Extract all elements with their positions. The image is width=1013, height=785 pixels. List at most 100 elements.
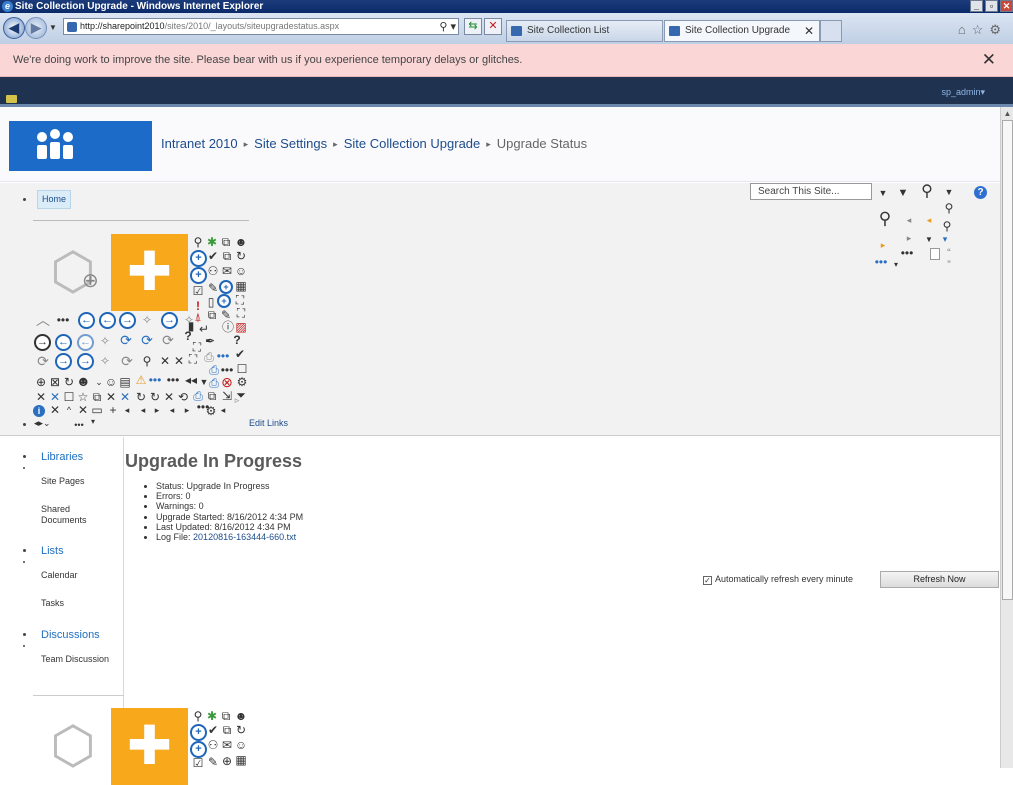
close-notification-icon[interactable]: ✕ bbox=[982, 50, 996, 70]
scroll-up-icon[interactable]: ▲ bbox=[1003, 109, 1012, 118]
page-icon bbox=[930, 248, 940, 260]
add-circle-icon: + bbox=[219, 280, 233, 294]
window-title: Site Collection Upgrade - Windows Intern… bbox=[15, 1, 264, 12]
close-icon: ✕ bbox=[35, 390, 47, 404]
checkbox-icon: ☑ bbox=[192, 284, 204, 298]
copy-icon: ⧉ bbox=[222, 249, 232, 263]
nav-item-site-pages[interactable]: Site Pages bbox=[41, 476, 85, 487]
breadcrumb-separator-icon: ▸ bbox=[486, 139, 491, 149]
edit-links[interactable]: Edit Links bbox=[249, 418, 288, 428]
back-button[interactable]: ◀ bbox=[3, 17, 25, 39]
stop-icon[interactable]: ✕ bbox=[484, 18, 502, 35]
tab-site-collection-upgrade[interactable]: Site Collection Upgrade ✕ bbox=[664, 20, 820, 42]
breadcrumb-current: Upgrade Status bbox=[496, 136, 588, 151]
nav-item-calendar[interactable]: Calendar bbox=[41, 570, 78, 581]
search-icon: ⚲ bbox=[193, 235, 203, 249]
help-icon[interactable]: ? bbox=[974, 186, 987, 199]
puzzle-piece-icon: ✚ bbox=[111, 708, 188, 785]
refresh-icon: ↻ bbox=[235, 249, 247, 263]
bullet bbox=[23, 467, 25, 469]
breadcrumb-link-site-settings[interactable]: Site Settings bbox=[254, 136, 327, 151]
breadcrumb: Intranet 2010 ▸ Site Settings ▸ Site Collect… bbox=[161, 136, 587, 151]
puzzle-add-icon: ⬡ bbox=[50, 717, 96, 775]
pencil-icon: ✎ bbox=[207, 281, 219, 295]
nav-heading-lists[interactable]: Lists bbox=[41, 545, 64, 557]
add-circle-icon: + bbox=[190, 724, 207, 741]
refresh-icon: ⟳ bbox=[37, 353, 49, 369]
bullet bbox=[23, 549, 26, 552]
status-item: Status: Upgrade In Progress bbox=[156, 481, 303, 491]
nav-home[interactable]: Home bbox=[37, 190, 72, 209]
ellipsis-icon: ••• bbox=[56, 313, 70, 327]
history-dropdown-icon[interactable]: ▼ bbox=[49, 23, 57, 32]
sparkle-icon: ✧ bbox=[183, 313, 195, 327]
dropdown-arrow-icon: ▼ bbox=[925, 235, 933, 244]
site-logo[interactable] bbox=[9, 121, 152, 171]
close-window-button[interactable]: ✕ bbox=[1000, 0, 1013, 12]
top-navigation: Home Search This Site... ▼ ▼ ⚲ ▼ ? ⚲ ⚲ ◂… bbox=[0, 183, 1000, 436]
arrow-right-icon: ▸ bbox=[184, 405, 190, 415]
mail-icon: ✉ bbox=[221, 264, 233, 278]
people-icon: ⚇ bbox=[207, 738, 219, 752]
nav-item-shared-documents[interactable]: Shared Documents bbox=[41, 504, 101, 526]
sharepoint-tab-icon bbox=[669, 26, 680, 36]
restore-button[interactable]: ▫ bbox=[985, 0, 998, 12]
nav-item-team-discussion[interactable]: Team Discussion bbox=[41, 654, 109, 665]
arrows-icon: ◂▸⌄ bbox=[34, 418, 51, 428]
sparkle-icon: ✧ bbox=[99, 354, 111, 368]
nav-item-tasks[interactable]: Tasks bbox=[41, 598, 64, 609]
refresh-icon: ⟳ bbox=[120, 332, 132, 348]
info-icon: i bbox=[33, 405, 45, 417]
forward-button[interactable]: ▶ bbox=[25, 17, 47, 39]
address-bar[interactable]: http://sharepoint2010/sites/2010/_layout… bbox=[63, 18, 459, 35]
close-icon: ✕ bbox=[163, 390, 175, 404]
favorites-star-icon[interactable]: ☆ bbox=[972, 22, 990, 37]
dropdown-arrow-icon[interactable]: ▼ bbox=[942, 186, 956, 199]
close-icon: ✕ bbox=[173, 354, 185, 368]
minimize-button[interactable]: _ bbox=[970, 0, 983, 12]
scroll-thumb[interactable] bbox=[1002, 120, 1013, 600]
breadcrumb-link-intranet[interactable]: Intranet 2010 bbox=[161, 136, 238, 151]
bullet bbox=[23, 561, 25, 563]
tab-site-collection-list[interactable]: Site Collection List bbox=[506, 20, 663, 42]
search-icon[interactable]: ⚲ ▾ bbox=[439, 20, 456, 33]
close-blue-icon: ✕ bbox=[119, 390, 131, 404]
vertical-scrollbar[interactable]: ▲ bbox=[1000, 107, 1013, 768]
sparkle-icon: ✧ bbox=[141, 313, 153, 327]
nav-heading-libraries[interactable]: Libraries bbox=[41, 451, 83, 463]
refresh-page-icon[interactable]: ⇆ bbox=[464, 18, 482, 35]
bullet bbox=[23, 645, 25, 647]
copy-icon: ⧉ bbox=[221, 709, 231, 723]
notification-message: We're doing work to improve the site. Pl… bbox=[13, 54, 523, 66]
dropdown-arrow-icon[interactable]: ▼ bbox=[876, 187, 890, 200]
check-icon: ✔ bbox=[207, 723, 219, 737]
navigate-up-folder-icon[interactable] bbox=[6, 95, 17, 103]
breadcrumb-link-upgrade[interactable]: Site Collection Upgrade bbox=[344, 136, 481, 151]
nav-heading-discussions[interactable]: Discussions bbox=[41, 629, 100, 641]
delete-icon: ⊗ bbox=[221, 374, 233, 390]
arrow-left-icon: ◂ bbox=[220, 405, 226, 415]
search-icon[interactable]: ⚲ bbox=[920, 184, 934, 200]
pen-icon: ✒ bbox=[204, 334, 216, 348]
refresh-icon: ↻ bbox=[63, 375, 75, 389]
main-content: Upgrade In Progress Status: Upgrade In P… bbox=[111, 437, 1000, 785]
auto-refresh-checkbox[interactable]: ✓ bbox=[703, 576, 712, 585]
ellipsis-blue-icon: ••• bbox=[148, 373, 162, 387]
window-title-bar: e Site Collection Upgrade - Windows Inte… bbox=[0, 0, 1013, 13]
close-tab-icon[interactable]: ✕ bbox=[804, 21, 814, 41]
forward-arrow-icon: → bbox=[119, 312, 136, 329]
log-file-link[interactable]: 20120816-163444-660.txt bbox=[193, 532, 296, 542]
rewind-icon: ◂◂ bbox=[184, 373, 198, 387]
user-menu[interactable]: sp_admin▾ bbox=[941, 87, 985, 98]
add-circle-icon: + bbox=[190, 267, 207, 284]
grid-icon: ▦ bbox=[235, 753, 247, 767]
search-small-icon: ⚲ bbox=[942, 219, 952, 233]
dropdown-arrow-icon[interactable]: ▼ bbox=[896, 187, 910, 200]
new-tab-button[interactable] bbox=[820, 20, 842, 42]
home-icon[interactable]: ⌂ bbox=[958, 22, 972, 37]
site-header: Intranet 2010 ▸ Site Settings ▸ Site Collect… bbox=[0, 107, 1000, 182]
search-input[interactable]: Search This Site... bbox=[750, 183, 872, 200]
tools-gear-icon[interactable]: ⚙ bbox=[989, 22, 1007, 37]
back-arrow-icon: ← bbox=[55, 334, 72, 351]
refresh-now-button[interactable]: Refresh Now bbox=[880, 571, 999, 588]
